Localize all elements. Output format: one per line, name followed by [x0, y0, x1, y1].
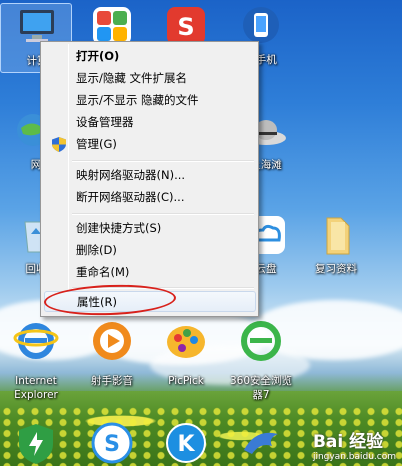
watermark-main: Bai 经验: [312, 432, 384, 452]
menu-item-label: 重命名(M): [76, 265, 130, 279]
desktop-icon-k-app[interactable]: K: [150, 420, 222, 466]
dolphin-icon: [244, 432, 278, 454]
menu-item-delete[interactable]: 删除(D): [44, 240, 256, 261]
desktop-icon-shield-app[interactable]: [0, 420, 72, 466]
menu-item-open[interactable]: 打开(O): [44, 46, 256, 67]
shield-app-icon: [19, 424, 53, 464]
menu-separator: [72, 213, 254, 215]
svg-text:K: K: [177, 432, 195, 457]
icon-label: PicPick: [168, 375, 204, 387]
baidu-watermark: Bai 经验 jingyan.baidu.com: [313, 427, 396, 462]
menu-item-label: 断开网络驱动器(C)...: [76, 190, 185, 204]
sogou-s-icon: S: [91, 422, 133, 464]
menu-item-map-network-drive[interactable]: 映射网络驱动器(N)...: [44, 165, 256, 186]
desktop-icon-shooter-player[interactable]: 射手影音: [76, 318, 148, 388]
menu-item-label: 删除(D): [76, 243, 117, 257]
menu-item-label: 显示/隐藏 文件扩展名: [76, 71, 188, 85]
k-app-icon: K: [166, 423, 206, 463]
ie-icon: [13, 323, 59, 359]
watermark-sub: jingyan.baidu.com: [312, 452, 396, 462]
desktop-icon-folder[interactable]: 复习资料: [300, 212, 372, 282]
menu-item-disconnect-network-drive[interactable]: 断开网络驱动器(C)...: [44, 187, 256, 208]
svg-text:S: S: [177, 13, 194, 41]
picpick-icon: [167, 326, 205, 358]
icon-label: 360安全浏览器7: [229, 375, 293, 401]
desktop-icon-sogou-s[interactable]: S: [76, 420, 148, 466]
svg-text:S: S: [104, 432, 120, 457]
folder-icon: [326, 217, 350, 255]
menu-item-create-shortcut[interactable]: 创建快捷方式(S): [44, 218, 256, 239]
menu-item-label: 映射网络驱动器(N)...: [76, 168, 186, 182]
desktop-icon-360-browser[interactable]: 360安全浏览器7: [225, 318, 297, 401]
menu-item-label: 创建快捷方式(S): [76, 221, 162, 235]
menu-item-manage[interactable]: 管理(G): [44, 134, 256, 155]
desktop-icon-ie[interactable]: Internet Explorer: [0, 318, 72, 401]
360-browser-icon: [241, 321, 281, 361]
menu-separator: [72, 160, 254, 162]
icon-label: Internet Explorer: [14, 375, 58, 401]
menu-item-device-manager[interactable]: 设备管理器: [44, 112, 256, 133]
menu-item-toggle-extensions[interactable]: 显示/隐藏 文件扩展名: [44, 68, 256, 89]
menu-item-toggle-hidden-files[interactable]: 显示/不显示 隐藏的文件: [44, 90, 256, 111]
desktop-icon-picpick[interactable]: PicPick: [150, 318, 222, 388]
desktop-icon-dolphin[interactable]: [225, 420, 297, 466]
uac-shield-icon: [52, 137, 66, 152]
shooter-player-icon: [93, 322, 131, 360]
menu-item-label: 设备管理器: [76, 115, 134, 129]
icon-label: 射手影音: [91, 375, 133, 387]
context-menu: 打开(O) 显示/隐藏 文件扩展名 显示/不显示 隐藏的文件 设备管理器 管理(…: [40, 41, 259, 317]
menu-item-label: 管理(G): [76, 137, 117, 151]
menu-item-label: 显示/不显示 隐藏的文件: [76, 93, 199, 107]
menu-item-label: 打开(O): [76, 49, 120, 63]
menu-item-rename[interactable]: 重命名(M): [44, 262, 256, 283]
icon-label: 复习资料: [315, 263, 357, 275]
